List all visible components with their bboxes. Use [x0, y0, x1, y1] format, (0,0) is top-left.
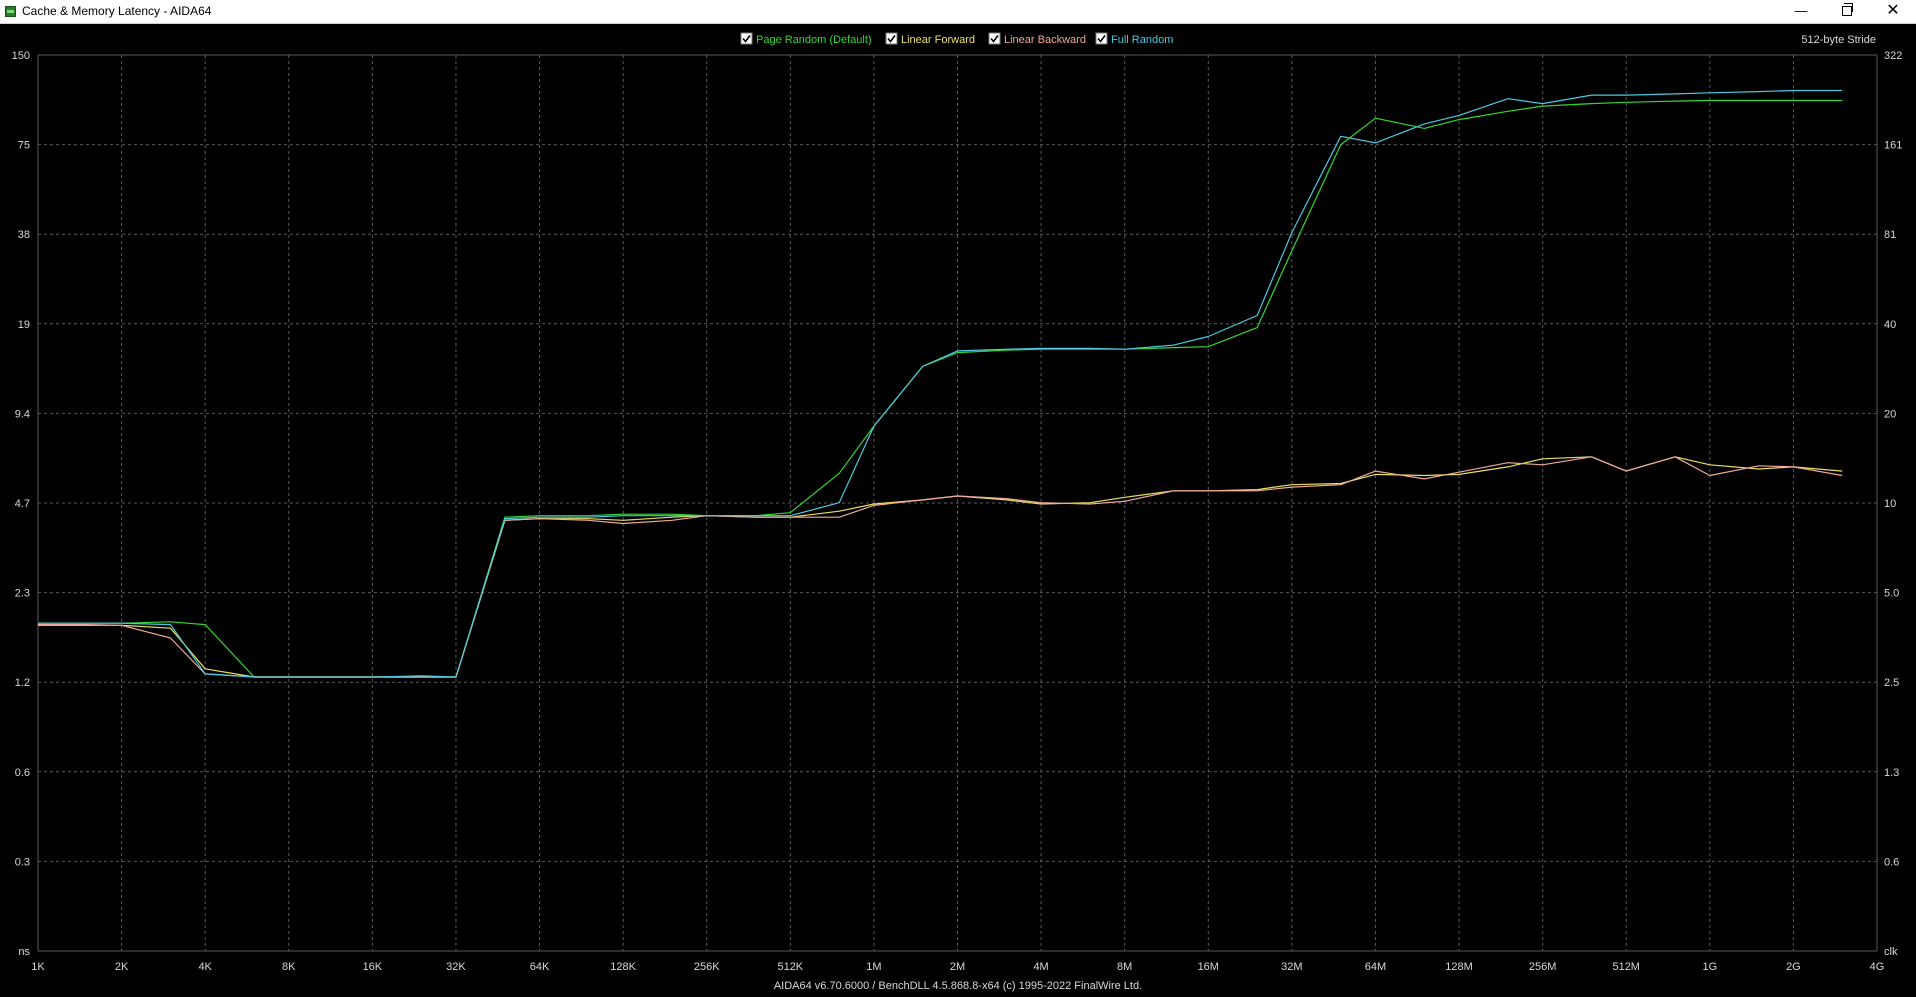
legend-item-0[interactable]: Page Random (Default) — [740, 32, 872, 46]
legend-item-2[interactable]: Linear Backward — [988, 32, 1086, 46]
y-right-tick-label: 161 — [1884, 140, 1902, 152]
x-tick-label: 8M — [1117, 961, 1132, 973]
series-line-1 — [38, 456, 1843, 678]
chart-series — [38, 89, 1843, 678]
title-bar: Cache & Memory Latency - AIDA64 — ✕ — [0, 0, 1916, 24]
aida64-app-icon — [5, 6, 16, 17]
x-tick-label: 16M — [1198, 961, 1219, 973]
x-tick-label: 4M — [1033, 961, 1048, 973]
x-tick-label: 1M — [866, 961, 881, 973]
x-tick-label: 32M — [1281, 961, 1302, 973]
x-tick-label: 512K — [777, 961, 803, 973]
legend-checkbox[interactable] — [1095, 32, 1108, 45]
close-icon: ✕ — [1886, 2, 1900, 19]
series-line-2 — [38, 456, 1843, 678]
legend-checkbox[interactable] — [740, 32, 753, 45]
x-tick-label: 64K — [530, 961, 550, 973]
x-tick-label: 128K — [610, 961, 636, 973]
y-right-tick-label: 20 — [1884, 408, 1896, 420]
y-left-tick-label: 1.2 — [15, 677, 30, 689]
y-right-tick-label: 322 — [1884, 50, 1902, 62]
close-button[interactable]: ✕ — [1870, 0, 1916, 23]
y-right-tick-label: 10 — [1884, 498, 1896, 510]
x-tick-label: 1K — [31, 961, 45, 973]
x-tick-label: 4K — [198, 961, 212, 973]
x-tick-label: 4G — [1870, 961, 1885, 973]
chart-grid — [37, 54, 1878, 952]
y-axis-right-clk: 322 161 81 40 20 10 5.0 2.5 1.3 0.6 clk — [1884, 50, 1902, 958]
y-right-tick-label: 5.0 — [1884, 588, 1899, 600]
x-tick-label: 64M — [1365, 961, 1386, 973]
x-tick-label: 256K — [694, 961, 720, 973]
y-left-tick-label: 4.7 — [15, 498, 30, 510]
x-tick-label: 1G — [1702, 961, 1717, 973]
y-left-tick-label: 0.3 — [15, 856, 30, 868]
y-right-tick-label: 0.6 — [1884, 856, 1899, 868]
x-tick-label: 8K — [282, 961, 296, 973]
x-axis-block-size: 1K 2K 4K 8K 16K 32K 64K 128K 256K 512K 1M 2M 4M 8M 16M… — [31, 961, 1884, 973]
series-line-0 — [38, 99, 1843, 678]
stride-label: 512-byte Stride — [1801, 34, 1876, 46]
y-right-tick-label: 1.3 — [1884, 767, 1899, 779]
x-tick-label: 128M — [1445, 961, 1473, 973]
legend-label: Page Random (Default) — [756, 34, 872, 46]
y-left-tick-label: 19 — [18, 319, 30, 331]
window-title: Cache & Memory Latency - AIDA64 — [22, 4, 212, 18]
legend-checkbox[interactable] — [988, 32, 1001, 45]
y-left-tick-label: 75 — [18, 140, 30, 152]
x-tick-label: 2M — [950, 961, 965, 973]
legend-label: Linear Forward — [901, 34, 975, 46]
y-axis-left-ns: 150 75 38 19 9.4 4.7 2.3 1.2 0.6 0.3 ns — [12, 50, 31, 958]
restore-icon — [1842, 3, 1853, 16]
latency-chart: 150 75 38 19 9.4 4.7 2.3 1.2 0.6 0.3 ns 322 161 81 40… — [12, 32, 1902, 992]
legend-item-3[interactable]: Full Random — [1095, 32, 1173, 46]
y-right-tick-label: 40 — [1884, 319, 1896, 331]
y-left-tick-label: ns — [18, 946, 30, 958]
series-line-3 — [38, 89, 1843, 678]
restore-button[interactable] — [1824, 0, 1870, 23]
y-left-tick-label: 0.6 — [15, 767, 30, 779]
x-tick-label: 2K — [115, 961, 129, 973]
x-tick-label: 512M — [1612, 961, 1640, 973]
y-left-tick-label: 150 — [12, 50, 30, 62]
legend-item-1[interactable]: Linear Forward — [885, 32, 975, 46]
y-right-tick-label: 81 — [1884, 229, 1896, 241]
y-left-tick-label: 9.4 — [15, 408, 30, 420]
y-left-tick-label: 2.3 — [15, 588, 30, 600]
y-right-tick-label: 2.5 — [1884, 677, 1899, 689]
legend-checkbox[interactable] — [885, 32, 898, 45]
x-tick-label: 32K — [446, 961, 466, 973]
x-tick-label: 16K — [363, 961, 383, 973]
y-right-tick-label: clk — [1884, 946, 1898, 958]
footer-credits: AIDA64 v6.70.6000 / BenchDLL 4.5.868.8-x… — [774, 980, 1142, 992]
minimize-button[interactable]: — — [1778, 0, 1824, 23]
x-tick-label: 256M — [1529, 961, 1557, 973]
y-left-tick-label: 38 — [18, 229, 30, 241]
legend-label: Full Random — [1111, 34, 1173, 46]
x-tick-label: 2G — [1786, 961, 1801, 973]
legend-label: Linear Backward — [1004, 34, 1086, 46]
chart-legend: Page Random (Default) Linear Forward Linea… — [740, 32, 1173, 46]
minimize-icon: — — [1794, 3, 1808, 18]
